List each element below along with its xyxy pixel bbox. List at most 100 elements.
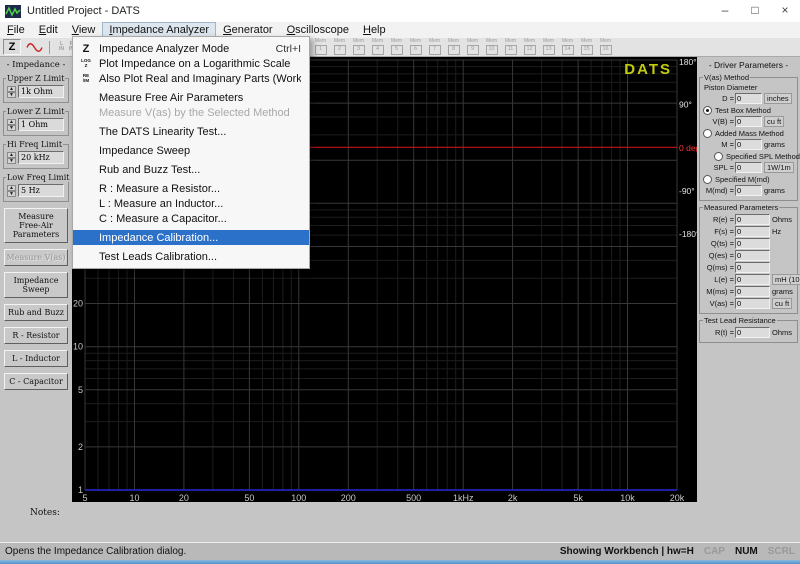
menu-item-impedance-calibration[interactable]: Impedance Calibration... — [73, 230, 309, 245]
mem-button-6[interactable]: Mem 6 — [407, 39, 424, 55]
mem-button-7[interactable]: Mem 7 — [426, 39, 443, 55]
menu-item-r-measure-a-resistor[interactable]: R : Measure a Resistor... — [73, 181, 309, 196]
spinner-buttons[interactable]: ▲ ▼ — [7, 151, 16, 164]
unit-label: grams — [772, 287, 793, 296]
menu-edit[interactable]: Edit — [32, 22, 65, 38]
close-button[interactable]: × — [770, 0, 800, 22]
field-input-spl[interactable] — [735, 162, 762, 173]
field-label: D = — [722, 94, 734, 103]
field-input-m-ms[interactable] — [735, 286, 770, 297]
mem-button-1[interactable]: Mem 1 — [312, 39, 329, 55]
log-scale-icon: LOG Z — [81, 58, 91, 68]
notes-label: Notes: — [30, 508, 60, 518]
svg-text:20k: 20k — [670, 493, 685, 502]
mem-button-2[interactable]: Mem 2 — [331, 39, 348, 55]
mem-button-12[interactable]: Mem 12 — [521, 39, 538, 55]
mem-button-4[interactable]: Mem 4 — [369, 39, 386, 55]
mem-button-15[interactable]: Mem 15 — [578, 39, 595, 55]
mem-button-3[interactable]: Mem 3 — [350, 39, 367, 55]
menu-help[interactable]: Help — [356, 22, 393, 38]
limit-group-label: Hi Freq Limit — [6, 140, 64, 149]
mem-button-number: 10 — [485, 45, 498, 55]
field-v-b: V(B) = cu ft — [701, 116, 796, 127]
menu-item-l-measure-an-inductor[interactable]: L : Measure an Inductor... — [73, 196, 309, 211]
mem-button-number: 3 — [352, 45, 365, 55]
field-input-r-e[interactable] — [735, 214, 770, 225]
group-label: V(as) Method — [703, 73, 751, 82]
field-input-r-t[interactable] — [735, 327, 770, 338]
radio-label: Added Mass Method — [715, 129, 784, 138]
button-impedance-sweep[interactable]: Impedance Sweep — [4, 272, 68, 298]
field-input-q-ms[interactable] — [735, 262, 770, 273]
limit-input-low-freq-limit[interactable] — [18, 184, 64, 197]
menu-item-the-dats-linearity-test[interactable]: The DATS Linearity Test... — [73, 124, 309, 139]
left-input-icon[interactable]: L IN — [59, 42, 64, 52]
field-input-q-ts[interactable] — [735, 238, 770, 249]
field-input-v-as[interactable] — [735, 298, 770, 309]
spinner-buttons[interactable]: ▲ ▼ — [7, 118, 16, 131]
menu-item-c-measure-a-capacitor[interactable]: C : Measure a Capacitor... — [73, 211, 309, 226]
mem-button-label: Mem — [599, 38, 612, 44]
field-input-d[interactable] — [735, 93, 762, 104]
radio-button[interactable] — [714, 152, 723, 161]
mem-button-number: 6 — [409, 45, 422, 55]
mem-button-14[interactable]: Mem 14 — [559, 39, 576, 55]
mem-button-10[interactable]: Mem 10 — [483, 39, 500, 55]
notes-area[interactable]: Notes: — [0, 502, 800, 542]
menu-item-impedance-analyzer-mode[interactable]: Z Impedance Analyzer Mode Ctrl+I — [73, 41, 309, 56]
spinner-buttons[interactable]: ▲ ▼ — [7, 85, 16, 98]
field-input-l-e[interactable] — [735, 274, 770, 285]
menu-item-plot-impedance-on-a-logarithmic-scale[interactable]: LOG Z Plot Impedance on a Logarithmic Sca… — [73, 56, 309, 71]
menu-item-label: Impedance Analyzer Mode — [99, 42, 230, 55]
mem-button-13[interactable]: Mem 13 — [540, 39, 557, 55]
menu-item-test-leads-calibration[interactable]: Test Leads Calibration... — [73, 249, 309, 264]
mem-button-5[interactable]: Mem 5 — [388, 39, 405, 55]
radio-button[interactable] — [703, 175, 712, 184]
radio-label: Specified M(md) — [715, 175, 770, 184]
mem-button-11[interactable]: Mem 11 — [502, 39, 519, 55]
radio-button[interactable] — [703, 129, 712, 138]
radio-test-box-method[interactable]: Test Box Method — [701, 106, 796, 115]
field-input-v-b[interactable] — [735, 116, 762, 127]
window-bottom-edge — [0, 560, 800, 564]
impedance-panel-header: - Impedance - — [6, 60, 66, 70]
limit-input-lower-z-limit[interactable] — [18, 118, 64, 131]
field-input-f-s[interactable] — [735, 226, 770, 237]
mem-button-label: Mem — [371, 38, 384, 44]
workbench-status: Showing Workbench | hw=H — [559, 546, 694, 557]
radio-added-mass-method[interactable]: Added Mass Method — [701, 129, 796, 138]
button-r-resistor[interactable]: R - Resistor — [4, 327, 68, 344]
button-l-inductor[interactable]: L - Inductor — [4, 350, 68, 367]
spinner-buttons[interactable]: ▲ ▼ — [7, 184, 16, 197]
menu-file[interactable]: File — [0, 22, 32, 38]
mem-button-label: Mem — [447, 38, 460, 44]
minimize-button[interactable]: – — [710, 0, 740, 22]
button-measure-free-air-parameters[interactable]: Measure Free-Air Parameters — [4, 208, 68, 243]
mem-button-16[interactable]: Mem 16 — [597, 39, 614, 55]
limit-group-upper-z-limit: Upper Z Limit ▲ ▼ — [3, 74, 69, 103]
field-input-m[interactable] — [735, 139, 762, 150]
limit-input-hi-freq-limit[interactable] — [18, 151, 64, 164]
menu-item-impedance-sweep[interactable]: Impedance Sweep — [73, 143, 309, 158]
field-input-m-md[interactable] — [735, 185, 762, 196]
radio-button[interactable] — [703, 106, 712, 115]
mem-button-label: Mem — [504, 38, 517, 44]
button-rub-and-buzz[interactable]: Rub and Buzz — [4, 304, 68, 321]
menu-item-also-plot-real-and-imaginary-parts-workbench-only[interactable]: RE /IM Also Plot Real and Imaginary Parts… — [73, 71, 309, 86]
sine-generator-icon[interactable] — [24, 39, 45, 55]
mem-button-8[interactable]: Mem 8 — [445, 39, 462, 55]
radio-specified-m-md[interactable]: Specified M(md) — [701, 175, 796, 184]
unit-label: 1W/1m — [764, 162, 794, 173]
maximize-button[interactable]: □ — [740, 0, 770, 22]
field-input-q-es[interactable] — [735, 250, 770, 261]
button-c-capacitor[interactable]: C - Capacitor — [4, 373, 68, 390]
radio-label: Specified SPL Method — [726, 152, 800, 161]
impedance-mode-button[interactable]: Z — [3, 39, 21, 55]
menu-item-rub-and-buzz-test[interactable]: Rub and Buzz Test... — [73, 162, 309, 177]
limit-input-upper-z-limit[interactable] — [18, 85, 64, 98]
mem-button-number: 8 — [447, 45, 460, 55]
field-label: L(e) = — [714, 275, 734, 284]
mem-button-9[interactable]: Mem 9 — [464, 39, 481, 55]
menu-item-measure-free-air-parameters[interactable]: Measure Free Air Parameters — [73, 90, 309, 105]
radio-specified-spl-method[interactable]: Specified SPL Method — [712, 152, 800, 161]
